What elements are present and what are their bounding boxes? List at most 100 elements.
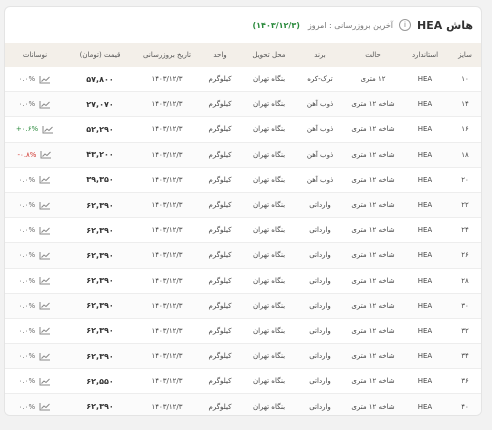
cell-date: ۱۴۰۳/۱۲/۳ [135, 91, 199, 118]
cell-unit: کیلوگرم [199, 67, 241, 93]
cell-brand: وارداتی [297, 268, 343, 294]
cell-delivery: بنگاه تهران [241, 167, 297, 193]
cell-brand: ذوب آهن [297, 91, 343, 118]
cell-state: شاخه ۱۲ متری [343, 91, 403, 118]
cell-standard: HEA [403, 293, 447, 319]
cell-size: ۱۶ [447, 116, 481, 143]
info-icon[interactable]: i [399, 19, 411, 31]
page-title: هاش HEA [417, 18, 473, 32]
cell-price: ۶۲,۳۹۰ [65, 293, 135, 319]
cell-change: ۰.۰% [5, 91, 65, 118]
cell-unit: کیلوگرم [199, 318, 241, 345]
cell-date: ۱۴۰۳/۱۲/۳ [135, 217, 199, 244]
cell-size: ۲۴ [447, 217, 481, 244]
col-header-brand: برند [314, 51, 326, 59]
cell-unit: کیلوگرم [199, 368, 241, 395]
cell-delivery: بنگاه تهران [241, 318, 297, 345]
cell-change: ۰.۰% [5, 318, 65, 345]
col-header-change: نوسانات [22, 51, 48, 59]
line-chart-icon[interactable] [39, 276, 51, 285]
cell-date: ۱۴۰۳/۱۲/۳ [135, 343, 199, 370]
cell-size: ۲۶ [447, 242, 481, 269]
line-chart-icon[interactable] [39, 402, 51, 411]
line-chart-icon[interactable] [39, 75, 51, 84]
cell-date: ۱۴۰۳/۱۲/۳ [135, 368, 199, 395]
cell-delivery: بنگاه تهران [241, 67, 297, 93]
cell-size: ۱۴ [447, 91, 481, 118]
line-chart-icon[interactable] [42, 125, 54, 134]
change-value: ۰.۰% [18, 226, 36, 235]
table-row[interactable]: ۳۲ HEA شاخه ۱۲ متری وارداتی بنگاه تهران کیلوگ… [5, 318, 481, 345]
cell-change: ۰.۰% [5, 343, 65, 370]
change-value: ۰.۰% [18, 377, 36, 386]
cell-price: ۶۲,۳۹۰ [65, 242, 135, 269]
change-value: ۰.۰% [18, 75, 36, 84]
table-row[interactable]: ۱۸ HEA شاخه ۱۲ متری ذوب آهن بنگاه تهران کیلوگ… [5, 142, 481, 168]
line-chart-icon[interactable] [39, 301, 51, 310]
cell-standard: HEA [403, 142, 447, 168]
cell-date: ۱۴۰۳/۱۲/۳ [135, 242, 199, 269]
cell-standard: HEA [403, 217, 447, 244]
line-chart-icon[interactable] [39, 201, 51, 210]
cell-state: شاخه ۱۲ متری [343, 192, 403, 219]
cell-date: ۱۴۰۳/۱۲/۳ [135, 393, 199, 415]
cell-delivery: بنگاه تهران [241, 343, 297, 370]
cell-change: ۰.۰% [5, 393, 65, 415]
cell-price: ۳۹,۳۵۰ [65, 167, 135, 193]
cell-size: ۴۰ [447, 393, 481, 415]
cell-brand: وارداتی [297, 368, 343, 395]
cell-unit: کیلوگرم [199, 343, 241, 370]
cell-standard: HEA [403, 116, 447, 143]
cell-standard: HEA [403, 167, 447, 193]
line-chart-icon[interactable] [39, 100, 51, 109]
price-table: سایز استاندارد حالت برند محل تحویل واحد … [5, 43, 481, 415]
cell-change: ۰.۰% [5, 217, 65, 244]
table-row[interactable]: ۱۶ HEA شاخه ۱۲ متری ذوب آهن بنگاه تهران کیلوگ… [5, 116, 481, 143]
line-chart-icon[interactable] [39, 226, 51, 235]
cell-brand: وارداتی [297, 217, 343, 244]
cell-size: ۳۰ [447, 293, 481, 319]
cell-state: شاخه ۱۲ متری [343, 116, 403, 143]
table-row[interactable]: ۲۸ HEA شاخه ۱۲ متری وارداتی بنگاه تهران کیلوگ… [5, 268, 481, 294]
change-value: ۰.۰% [18, 100, 36, 109]
line-chart-icon[interactable] [39, 352, 51, 361]
line-chart-icon[interactable] [39, 326, 51, 335]
table-row[interactable]: ۴۰ HEA شاخه ۱۲ متری وارداتی بنگاه تهران کیلوگ… [5, 393, 481, 415]
table-row[interactable]: ۱۴ HEA شاخه ۱۲ متری ذوب آهن بنگاه تهران کیلوگ… [5, 91, 481, 118]
table-row[interactable]: ۲۲ HEA شاخه ۱۲ متری وارداتی بنگاه تهران کیلوگ… [5, 192, 481, 219]
cell-change: ۰.۰% [5, 167, 65, 193]
cell-price: ۶۲,۵۵۰ [65, 368, 135, 395]
table-row[interactable]: ۳۴ HEA شاخه ۱۲ متری وارداتی بنگاه تهران کیلوگ… [5, 343, 481, 370]
cell-change: ۰.۰% [5, 192, 65, 219]
cell-size: ۳۴ [447, 343, 481, 370]
line-chart-icon[interactable] [39, 175, 51, 184]
change-value: ۰.۰% [18, 402, 36, 411]
cell-date: ۱۴۰۳/۱۲/۳ [135, 293, 199, 319]
table-row[interactable]: ۱۰ HEA ۱۲ متری ترک-کره بنگاه تهران کیلوگرم ۱۴۰… [5, 67, 481, 93]
cell-standard: HEA [403, 268, 447, 294]
change-value: ۰.۰% [18, 352, 36, 361]
table-row[interactable]: ۳۶ HEA شاخه ۱۲ متری وارداتی بنگاه تهران کیلوگ… [5, 368, 481, 395]
cell-brand: ترک-کره [297, 67, 343, 93]
table-row[interactable]: ۲۴ HEA شاخه ۱۲ متری وارداتی بنگاه تهران کیلوگ… [5, 217, 481, 244]
cell-size: ۲۸ [447, 268, 481, 294]
line-chart-icon[interactable] [40, 150, 52, 159]
line-chart-icon[interactable] [39, 377, 51, 386]
cell-delivery: بنگاه تهران [241, 91, 297, 118]
cell-change: ۰.۰% [5, 268, 65, 294]
cell-state: شاخه ۱۲ متری [343, 142, 403, 168]
cell-unit: کیلوگرم [199, 393, 241, 415]
change-value: ۰.۰% [18, 276, 36, 285]
cell-unit: کیلوگرم [199, 192, 241, 219]
change-value: -۰.۸% [17, 150, 37, 159]
table-row[interactable]: ۲۰ HEA شاخه ۱۲ متری ذوب آهن بنگاه تهران کیلوگ… [5, 167, 481, 193]
table-row[interactable]: ۳۰ HEA شاخه ۱۲ متری وارداتی بنگاه تهران کیلوگ… [5, 293, 481, 319]
change-value: ۰.۰% [18, 326, 36, 335]
cell-standard: HEA [403, 343, 447, 370]
cell-brand: وارداتی [297, 293, 343, 319]
table-row[interactable]: ۲۶ HEA شاخه ۱۲ متری وارداتی بنگاه تهران کیلوگ… [5, 242, 481, 269]
line-chart-icon[interactable] [39, 251, 51, 260]
cell-brand: ذوب آهن [297, 116, 343, 143]
cell-delivery: بنگاه تهران [241, 242, 297, 269]
cell-date: ۱۴۰۳/۱۲/۳ [135, 167, 199, 193]
